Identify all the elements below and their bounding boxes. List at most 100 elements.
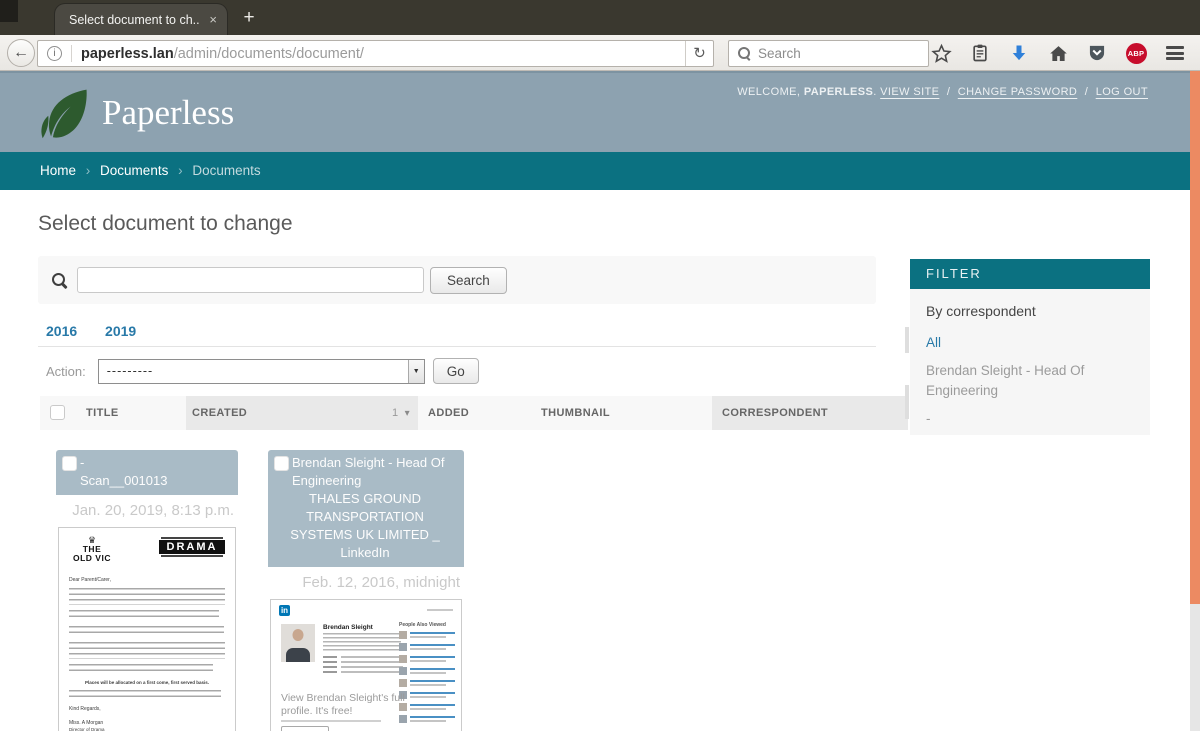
search-icon xyxy=(738,47,751,60)
year-link-2019[interactable]: 2019 xyxy=(105,323,136,339)
user-tools: WELCOME, PAPERLESS. VIEW SITE / CHANGE P… xyxy=(737,86,1148,98)
link-separator: / xyxy=(947,86,950,98)
linkedin-preview: in Brendan Sleight People Also Viewed xyxy=(271,600,461,731)
sort-toggle-icon[interactable]: ▾ xyxy=(405,408,410,419)
scrollbar-thumb[interactable] xyxy=(1190,71,1200,604)
filter-body: By correspondent All Brendan Sleight - H… xyxy=(910,289,1150,435)
avatar xyxy=(399,643,407,651)
filter-panel: FILTER By correspondent All Brendan Slei… xyxy=(910,259,1150,435)
admin-search-button[interactable]: Search xyxy=(430,267,507,294)
browser-search-bar[interactable] xyxy=(728,40,929,67)
drama-logo: DRAMA xyxy=(159,536,225,558)
filter-option-brendan-sleight[interactable]: Brendan Sleight - Head Of Engineering xyxy=(926,361,1104,401)
drama-logo-caption xyxy=(161,555,223,557)
view-site-link[interactable]: VIEW SITE xyxy=(880,86,939,98)
linkedin-cta-subline xyxy=(281,720,381,722)
column-added[interactable]: ADDED xyxy=(418,396,530,430)
profile-description-lines xyxy=(323,633,401,651)
new-tab-button[interactable]: + xyxy=(232,4,266,32)
sort-widgets: 1▾ xyxy=(392,396,410,431)
action-selected-option: --------- xyxy=(99,364,408,378)
letter-paragraph xyxy=(69,588,225,605)
document-thumbnail[interactable]: ♛ THE OLD VIC DRAMA Dear Parent/Carer, xyxy=(58,527,236,731)
column-created[interactable]: CREATED 1▾ xyxy=(186,396,418,430)
url-bar[interactable]: i paperless.lan/admin/documents/document… xyxy=(37,40,714,67)
browser-search-input[interactable] xyxy=(758,46,908,61)
browser-tab[interactable]: Select document to ch... × xyxy=(55,4,227,35)
people-also-viewed-title: People Also Viewed xyxy=(399,622,455,628)
filter-scroll-marker xyxy=(905,327,909,353)
username: PAPERLESS xyxy=(804,86,873,98)
breadcrumb-separator: › xyxy=(178,163,183,178)
row-checkbox[interactable] xyxy=(62,456,77,471)
change-password-link[interactable]: CHANGE PASSWORD xyxy=(958,86,1077,98)
avatar xyxy=(399,631,407,639)
reading-list-icon[interactable] xyxy=(967,40,993,66)
admin-search-icon xyxy=(52,273,67,288)
filter-option-all[interactable]: All xyxy=(926,333,1104,353)
go-button[interactable]: Go xyxy=(433,358,479,384)
admin-search-input[interactable] xyxy=(77,267,424,293)
document-thumbnail[interactable]: in Brendan Sleight People Also Viewed xyxy=(270,599,462,731)
action-select[interactable]: --------- ▼ xyxy=(98,359,425,384)
row-checkbox[interactable] xyxy=(274,456,289,471)
column-thumbnail: THUMBNAIL xyxy=(530,396,712,430)
pocket-icon[interactable] xyxy=(1084,40,1110,66)
action-bar: Action: --------- ▼ Go xyxy=(46,358,479,384)
letter-paragraph xyxy=(69,642,225,659)
document-correspondent-label: - xyxy=(80,454,230,472)
filter-option-none[interactable]: - xyxy=(926,409,1104,429)
action-label: Action: xyxy=(46,364,86,379)
brand[interactable]: Paperless xyxy=(38,85,234,141)
welcome-text: WELCOME, xyxy=(737,86,800,98)
breadcrumb-documents-link[interactable]: Documents xyxy=(100,163,168,178)
breadcrumb: Home › Documents › Documents xyxy=(0,152,1200,190)
screen: Select document to ch... × + ← i paperle… xyxy=(0,0,1200,731)
tab-title: Select document to ch... xyxy=(55,13,199,27)
breadcrumb-home-link[interactable]: Home xyxy=(40,163,76,178)
brand-name: Paperless xyxy=(102,93,234,133)
profile-detail-rows xyxy=(323,656,403,676)
people-also-viewed: People Also Viewed xyxy=(399,622,455,727)
browser-tab-bar: Select document to ch... × + xyxy=(0,0,1200,35)
old-vic-logo-text: THE OLD VIC xyxy=(73,545,111,563)
document-card: Brendan Sleight - Head Of Engineering TH… xyxy=(268,450,464,731)
home-icon[interactable] xyxy=(1045,40,1071,66)
column-correspondent[interactable]: CORRESPONDENT xyxy=(712,396,908,430)
browser-toolbar: ← i paperless.lan/admin/documents/docume… xyxy=(0,35,1200,71)
document-card-header[interactable]: - Scan__001013 xyxy=(56,450,238,495)
year-link-2016[interactable]: 2016 xyxy=(46,323,77,339)
back-button[interactable]: ← xyxy=(7,39,35,67)
filter-title: FILTER xyxy=(910,259,1150,289)
download-icon[interactable] xyxy=(1006,40,1032,66)
letter-logos: ♛ THE OLD VIC DRAMA xyxy=(67,536,227,570)
site-info-icon[interactable]: i xyxy=(47,46,62,61)
select-all-cell xyxy=(40,396,76,430)
date-hierarchy-divider xyxy=(38,346,876,347)
select-all-checkbox[interactable] xyxy=(50,405,65,420)
old-vic-logo: ♛ THE OLD VIC xyxy=(73,536,111,563)
letter-paragraph xyxy=(69,690,221,701)
document-title-link[interactable]: THALES GROUND TRANSPORTATION SYSTEMS UK … xyxy=(274,490,456,562)
letter-preview: ♛ THE OLD VIC DRAMA Dear Parent/Carer, xyxy=(59,528,235,731)
document-correspondent-label: Brendan Sleight - Head Of Engineering xyxy=(292,454,456,490)
adblock-badge: ABP xyxy=(1126,43,1147,64)
adblock-icon[interactable]: ABP xyxy=(1123,40,1149,66)
filter-section-title: By correspondent xyxy=(926,303,1134,319)
bookmark-star-icon[interactable] xyxy=(928,40,954,66)
page-title: Select document to change xyxy=(38,212,293,236)
document-created-date: Jan. 20, 2019, 8:13 p.m. xyxy=(56,502,238,519)
results-table-header: TITLE CREATED 1▾ ADDED THUMBNAIL CORRESP… xyxy=(40,396,908,430)
tab-close-icon[interactable]: × xyxy=(199,12,227,27)
log-out-link[interactable]: LOG OUT xyxy=(1096,86,1148,98)
menu-icon[interactable] xyxy=(1162,40,1188,66)
url-separator xyxy=(71,45,72,62)
breadcrumb-current: Documents xyxy=(192,163,260,178)
linkedin-logo: in xyxy=(279,605,290,616)
document-title-link[interactable]: Scan__001013 xyxy=(80,472,230,490)
document-card-header[interactable]: Brendan Sleight - Head Of Engineering TH… xyxy=(268,450,464,567)
reload-icon[interactable]: ↻ xyxy=(685,41,713,66)
scrollbar-track[interactable] xyxy=(1190,71,1200,731)
column-title[interactable]: TITLE xyxy=(76,396,186,430)
admin-search-module: Search xyxy=(38,256,876,304)
